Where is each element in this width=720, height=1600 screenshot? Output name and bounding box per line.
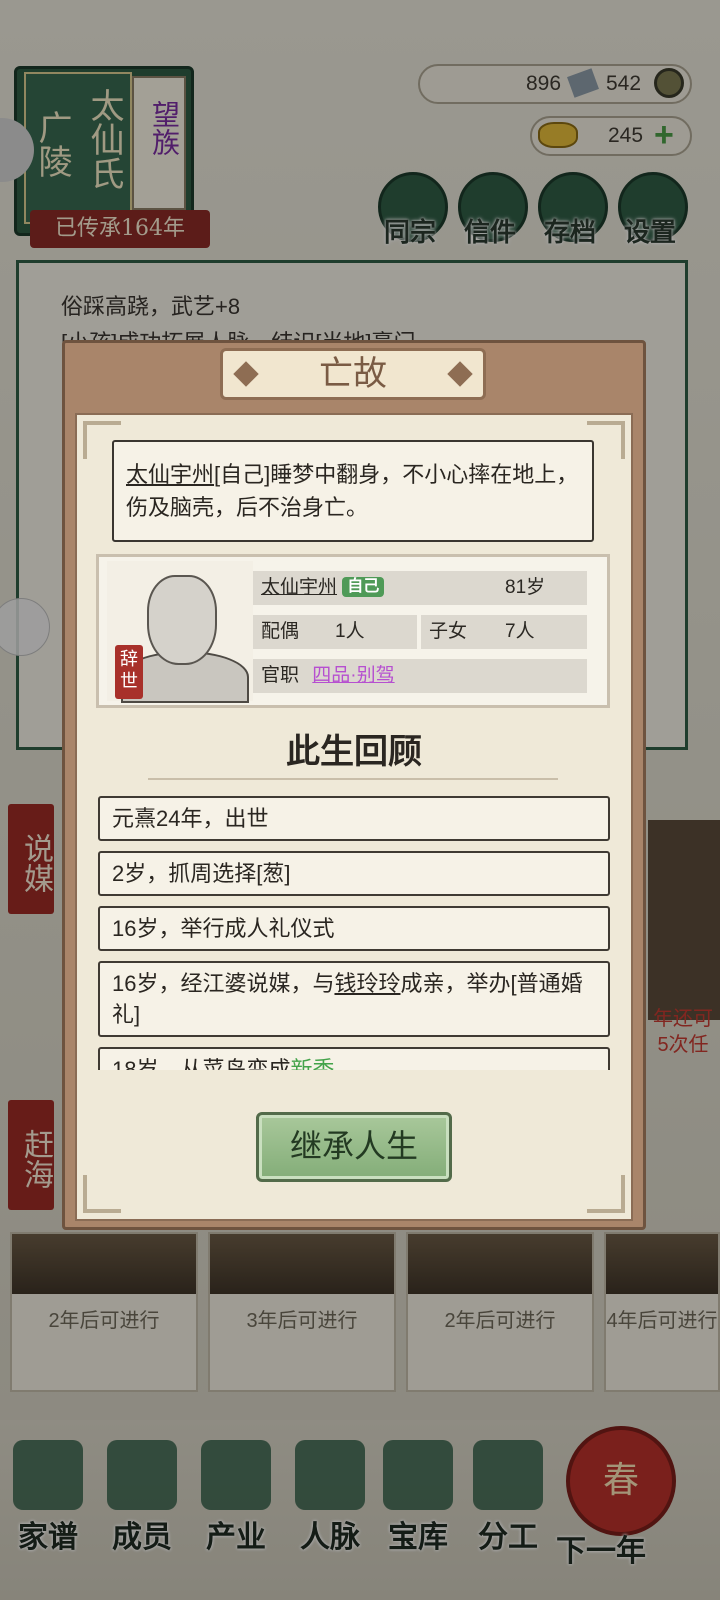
spouse-count: 1人 (335, 621, 365, 642)
office-row: 官职 四品·别驾 (253, 659, 587, 693)
profile-name[interactable]: 太仙宇州 (261, 577, 337, 598)
self-badge: 自己 (342, 577, 385, 597)
review-text: 16岁，经江婆说媒，与 (112, 971, 335, 996)
children-label: 子女 (429, 621, 468, 642)
elder-portrait: 辞世 (107, 561, 253, 703)
corner-ornament (587, 1175, 625, 1213)
dialog-title: 亡故 (319, 354, 387, 394)
children-row: 子女 7人 (421, 615, 587, 649)
dialog-title-plate: 亡故 (220, 348, 486, 400)
list-item: 2岁，抓周选择[葱] (98, 851, 610, 896)
corner-ornament (83, 1175, 121, 1213)
profile-age: 81岁 (505, 577, 546, 598)
list-item: 16岁，举行成人礼仪式 (98, 906, 610, 951)
office-label: 官职 (261, 665, 300, 686)
death-description: 太仙宇州[自己]睡梦中翻身，不小心摔在地上，伤及脑壳，后不治身亡。 (112, 440, 594, 542)
diamond-icon (233, 361, 259, 387)
list-item: 18岁，从菜鸟变成新秀 (98, 1047, 610, 1070)
deceased-seal: 辞世 (115, 645, 143, 699)
spouse-name-link[interactable]: 钱玲玲 (334, 971, 400, 996)
spouse-label: 配偶 (261, 621, 300, 642)
life-review-list[interactable]: 元熹24年，出世 2岁，抓周选择[葱] 16岁，举行成人礼仪式 16岁，经江婆说… (98, 796, 610, 1070)
review-text: 18岁，从菜鸟变成 (112, 1057, 291, 1070)
list-item: 元熹24年，出世 (98, 796, 610, 841)
list-item: 16岁，经江婆说媒，与钱玲玲成亲，举办[普通婚礼] (98, 961, 610, 1037)
life-review-title: 此生回顾 (286, 733, 422, 771)
inherit-life-button[interactable]: 继承人生 (256, 1112, 452, 1182)
portrait-head (147, 575, 217, 665)
title-divider (148, 770, 558, 780)
rank-highlight: 新秀 (290, 1057, 335, 1070)
children-count: 7人 (505, 621, 535, 642)
spouse-row: 配偶 1人 (253, 615, 417, 649)
office-link[interactable]: 四品·别驾 (312, 665, 394, 686)
name-row: 太仙宇州 自己 81岁 (253, 571, 587, 605)
deceased-name-link[interactable]: 太仙宇州 (126, 462, 214, 487)
deceased-profile: 辞世 太仙宇州 自己 81岁 配偶 1人 子女 7人 官职 四品·别驾 (96, 554, 610, 708)
diamond-icon (447, 361, 473, 387)
